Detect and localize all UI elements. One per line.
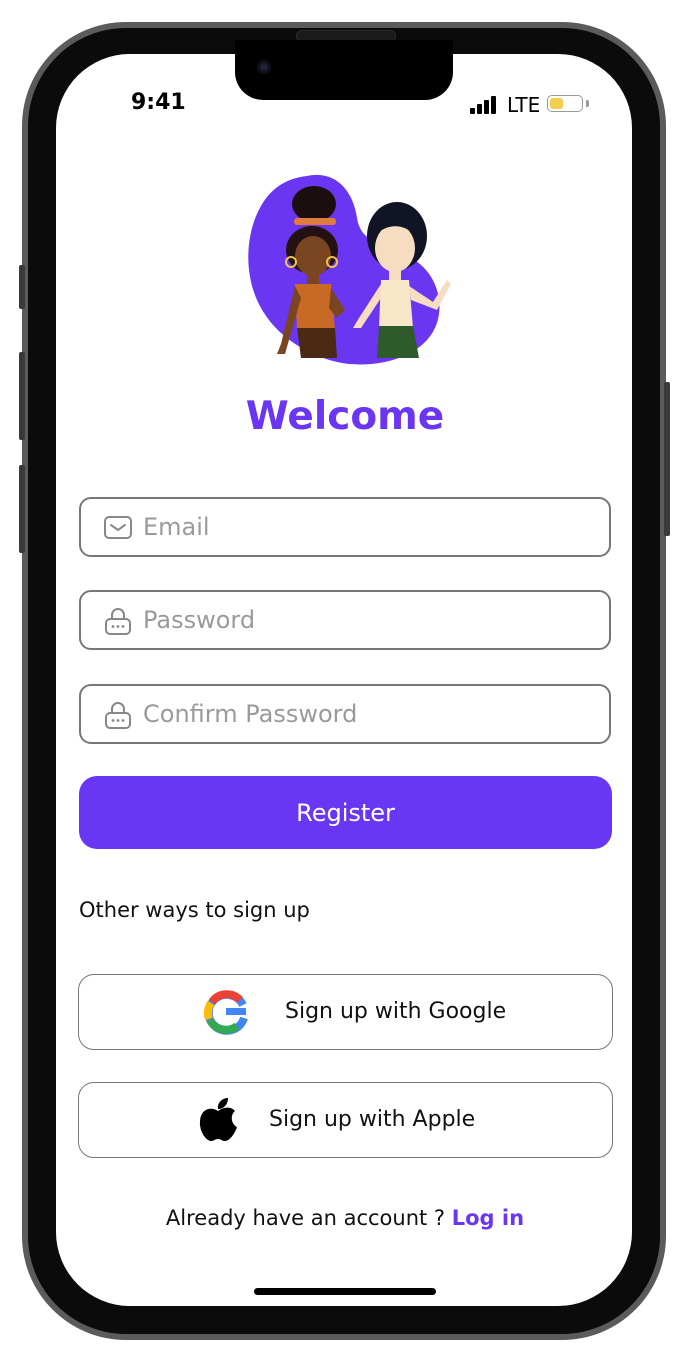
login-prompt-text: Already have an account ? [165, 1206, 446, 1230]
front-camera [257, 60, 271, 74]
women-illustration [248, 174, 451, 365]
battery-icon [547, 95, 583, 112]
register-button[interactable]: Register [79, 776, 612, 849]
home-indicator[interactable] [254, 1288, 436, 1295]
lock-icon [105, 608, 131, 635]
email-input[interactable] [143, 499, 583, 554]
login-link[interactable]: Log in [452, 1206, 524, 1230]
other-ways-heading: Other ways to sign up [79, 898, 310, 922]
status-time: 9:41 [131, 90, 186, 115]
signal-icon [470, 96, 502, 114]
envelope-icon [104, 516, 132, 539]
password-input[interactable] [143, 592, 583, 647]
apple-signup-button[interactable]: Sign up with Apple [78, 1082, 613, 1158]
lock-icon [105, 702, 131, 729]
apple-signup-label: Sign up with Apple [269, 1107, 476, 1132]
welcome-title: Welcome [245, 394, 445, 439]
google-icon [203, 990, 248, 1035]
volume-down-button [19, 465, 25, 553]
apple-icon [199, 1098, 237, 1141]
battery-level [550, 98, 563, 109]
network-label: LTE [507, 93, 541, 117]
confirm-password-field[interactable] [79, 684, 611, 744]
google-signup-button[interactable]: Sign up with Google [78, 974, 613, 1050]
battery-tip [586, 100, 589, 107]
password-field[interactable] [79, 590, 611, 650]
google-signup-label: Sign up with Google [285, 999, 507, 1024]
confirm-password-input[interactable] [143, 686, 583, 741]
login-prompt: Already have an account ? Log in [0, 1206, 690, 1230]
mute-switch [19, 265, 25, 309]
email-field[interactable] [79, 497, 611, 557]
